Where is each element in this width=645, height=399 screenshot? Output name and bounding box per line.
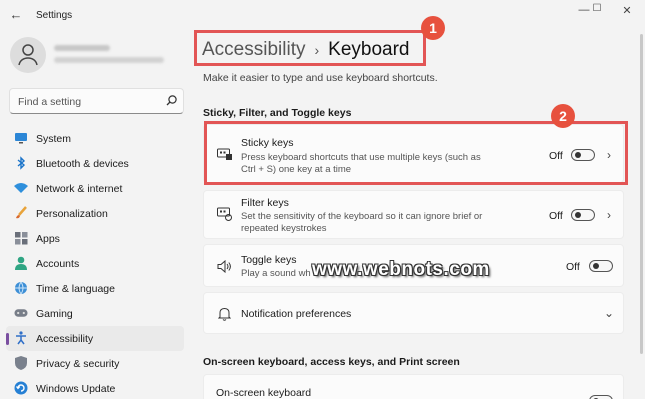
window-title: Settings <box>36 10 73 21</box>
main-content: Accessibility › Keyboard 1 Make it easie… <box>190 16 645 399</box>
sidebar-item-system[interactable]: System <box>6 126 184 151</box>
update-icon <box>14 381 28 395</box>
sidebar-item-label: Network & internet <box>36 183 123 195</box>
sidebar-item-personalization[interactable]: Personalization <box>6 201 184 226</box>
section-heading: Sticky, Filter, and Toggle keys <box>203 107 352 119</box>
nav-list: System Bluetooth & devices Network & int… <box>0 126 190 399</box>
sidebar-item-label: Gaming <box>36 308 73 320</box>
user-icon <box>18 44 38 66</box>
step-badge-1: 1 <box>421 16 445 40</box>
apps-icon <box>14 231 28 245</box>
sidebar-item-accessibility[interactable]: Accessibility <box>6 326 184 351</box>
sidebar-item-label: Accessibility <box>36 333 94 345</box>
filter-keys-title: Filter keys <box>241 197 289 209</box>
maximize-button[interactable]: ☐ <box>587 3 607 14</box>
gamepad-icon <box>14 306 28 320</box>
page-description: Make it easier to type and use keyboard … <box>203 72 438 84</box>
search-placeholder: Find a setting <box>18 96 82 108</box>
filter-keys-state: Off <box>549 210 563 222</box>
accounts-icon <box>14 256 28 270</box>
search-icon[interactable] <box>165 94 178 112</box>
title-bar: ← Settings — ☐ ✕ <box>0 0 645 32</box>
system-icon <box>14 131 28 145</box>
scrollbar[interactable] <box>640 34 643 354</box>
chevron-right-icon[interactable]: › <box>607 208 611 222</box>
toggle-keys-state: Off <box>566 261 580 273</box>
watermark: www.webnots.com <box>312 259 490 280</box>
sidebar-item-gaming[interactable]: Gaming <box>6 301 184 326</box>
avatar[interactable] <box>10 37 46 73</box>
toggle-keys-subtitle: Play a sound wh <box>241 268 311 279</box>
sidebar-item-label: System <box>36 133 72 145</box>
sidebar-item-label: Personalization <box>36 208 108 220</box>
on-screen-keyboard-toggle[interactable] <box>589 395 613 399</box>
sidebar-item-apps[interactable]: Apps <box>6 226 184 251</box>
bluetooth-icon <box>14 156 28 170</box>
sidebar-item-label: Apps <box>36 233 60 245</box>
sidebar-item-accounts[interactable]: Accounts <box>6 251 184 276</box>
sidebar-item-label: Windows Update <box>36 383 116 395</box>
highlight-box-breadcrumb <box>194 30 426 66</box>
filter-keys-subtitle: Set the sensitivity of the keyboard so i… <box>241 211 483 222</box>
globe-icon <box>14 281 28 295</box>
toggle-keys-toggle[interactable] <box>589 260 613 272</box>
notification-preferences-card[interactable]: Notification preferences ⌄ <box>203 292 624 334</box>
on-screen-keyboard-card[interactable]: On-screen keyboard <box>203 374 624 399</box>
active-indicator <box>6 333 9 345</box>
highlight-box-sticky-keys <box>204 121 628 185</box>
sidebar-item-label: Bluetooth & devices <box>36 158 129 170</box>
sidebar: Find a setting System Bluetooth & device… <box>0 32 190 399</box>
shield-icon <box>14 356 28 370</box>
sidebar-item-time-language[interactable]: Time & language <box>6 276 184 301</box>
close-button[interactable]: ✕ <box>617 4 637 17</box>
network-icon <box>14 181 28 195</box>
account-name-blurred <box>54 45 110 51</box>
accessibility-icon <box>14 331 28 345</box>
filter-keys-toggle[interactable] <box>571 209 595 221</box>
toggle-keys-title: Toggle keys <box>241 254 297 266</box>
on-screen-keyboard-title: On-screen keyboard <box>216 387 312 399</box>
speaker-icon <box>216 258 232 274</box>
sidebar-item-bluetooth[interactable]: Bluetooth & devices <box>6 151 184 176</box>
notification-preferences-title: Notification preferences <box>241 308 352 320</box>
sidebar-item-windows-update[interactable]: Windows Update <box>6 376 184 399</box>
filter-keys-card[interactable]: Filter keys Set the sensitivity of the k… <box>203 190 624 239</box>
section-heading: On-screen keyboard, access keys, and Pri… <box>203 356 460 368</box>
search-input[interactable]: Find a setting <box>9 88 184 114</box>
account-email-blurred <box>54 57 164 63</box>
brush-icon <box>14 206 28 220</box>
sidebar-item-label: Time & language <box>36 283 115 295</box>
sidebar-item-privacy[interactable]: Privacy & security <box>6 351 184 376</box>
sidebar-item-label: Accounts <box>36 258 80 270</box>
chevron-down-icon[interactable]: ⌄ <box>604 306 614 320</box>
filter-keys-subtitle: repeated keystrokes <box>241 223 327 234</box>
sidebar-item-network[interactable]: Network & internet <box>6 176 184 201</box>
step-badge-2: 2 <box>551 104 575 128</box>
keyboard-filter-icon <box>216 206 232 222</box>
sidebar-item-label: Privacy & security <box>36 358 120 370</box>
back-button[interactable]: ← <box>8 7 24 22</box>
bell-icon <box>216 306 232 322</box>
